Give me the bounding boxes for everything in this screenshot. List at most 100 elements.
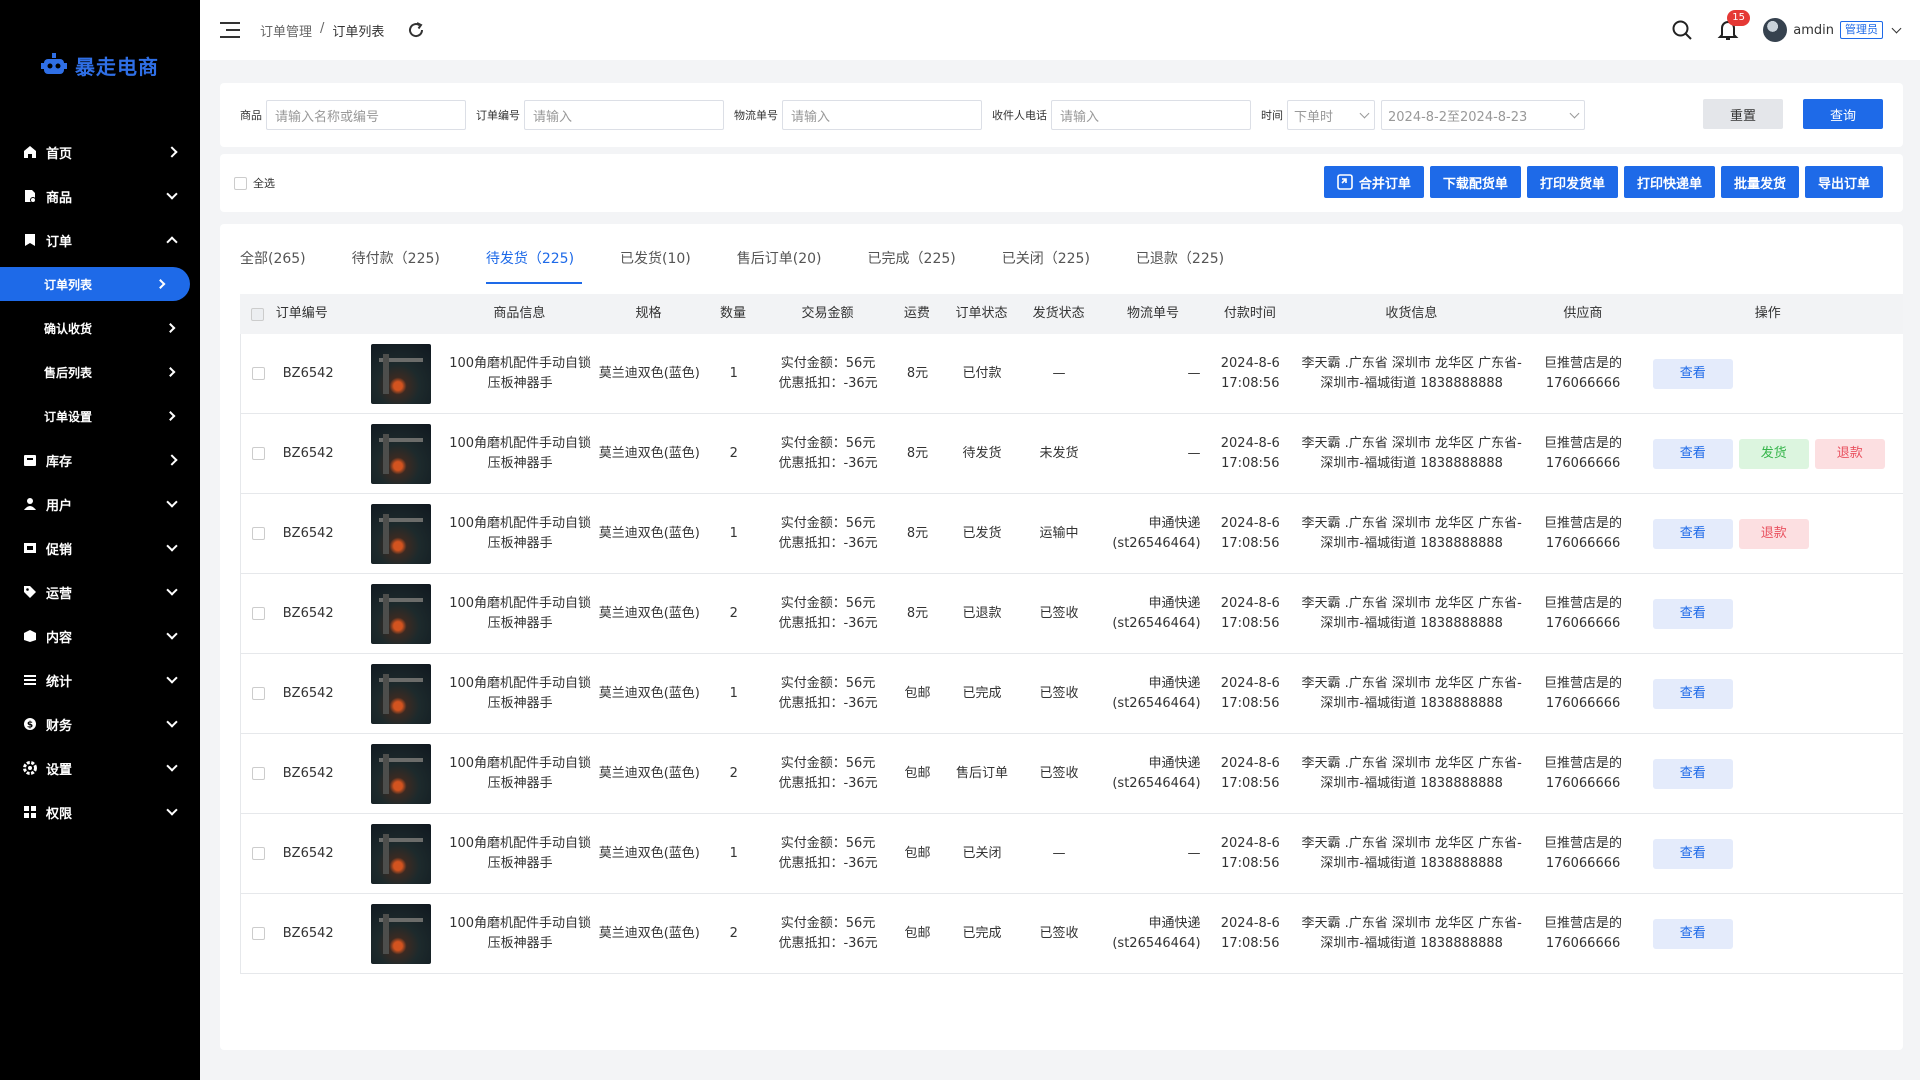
view-button[interactable]: 查看	[1652, 838, 1733, 869]
sidebar-item-inventory[interactable]: 库存	[0, 438, 200, 482]
view-button[interactable]: 查看	[1652, 678, 1733, 709]
view-button[interactable]: 查看	[1652, 518, 1733, 549]
breadcrumb-item-order-management[interactable]: 订单管理	[260, 21, 312, 40]
tab-refunded[interactable]: 已退款（225)	[1136, 244, 1232, 284]
view-button[interactable]: 查看	[1652, 438, 1733, 469]
payment-date: 2024-8-6	[1220, 435, 1280, 451]
order-number[interactable]: BZ6542	[277, 444, 357, 464]
tab-pending-payment[interactable]: 待付款（225)	[352, 244, 448, 284]
sidebar-item-content[interactable]: 内容	[0, 614, 200, 658]
tab-completed[interactable]: 已完成（225)	[868, 244, 964, 284]
row-actions: 查看	[1633, 918, 1903, 949]
sidebar-subitem-label: 订单设置	[44, 409, 93, 424]
row-checkbox[interactable]	[252, 367, 266, 380]
sidebar-item-product[interactable]: 商品	[0, 174, 200, 218]
merge-icon	[1337, 174, 1353, 190]
batch-ship-button[interactable]: 批量发货	[1720, 166, 1799, 198]
address-line: 李天霸 .广东省 深圳市 龙华区 广东省-	[1301, 915, 1522, 931]
row-checkbox[interactable]	[252, 527, 266, 540]
row-actions: 查看	[1633, 758, 1903, 789]
order-number[interactable]: BZ6542	[277, 524, 357, 544]
filter-panel: 商品 请输入名称或编号 订单编号 请输入 物流单号 请输入 收件人电话 请输入 …	[220, 83, 1903, 147]
print-express-button[interactable]: 打印快递单	[1623, 166, 1715, 198]
reset-button[interactable]: 重置	[1703, 99, 1783, 129]
tab-shipped[interactable]: 已发货(10)	[620, 244, 699, 284]
sidebar-subitem-after-sales[interactable]: 售后列表	[0, 350, 200, 394]
view-button[interactable]: 查看	[1652, 918, 1733, 949]
sidebar-item-order[interactable]: 订单	[0, 218, 200, 262]
sidebar-subitem-order-list[interactable]: 订单列表	[0, 267, 190, 301]
time-type-select[interactable]: 下单时	[1287, 100, 1375, 130]
select-all-checkbox[interactable]	[234, 176, 247, 190]
order-number[interactable]: BZ6542	[277, 364, 357, 384]
row-checkbox[interactable]	[252, 687, 266, 700]
sidebar-subitem-confirm-receipt[interactable]: 确认收货	[0, 306, 200, 350]
product-search-input[interactable]: 请输入名称或编号	[266, 100, 466, 130]
product-thumbnail[interactable]	[370, 663, 431, 724]
finance-icon: $	[22, 716, 38, 732]
search-icon[interactable]	[1671, 19, 1693, 41]
product-thumbnail[interactable]	[370, 743, 431, 804]
payment-time: 2024-8-6 17:08:56	[1211, 434, 1290, 474]
order-number[interactable]: BZ6542	[277, 604, 357, 624]
product-thumbnail[interactable]	[370, 583, 431, 644]
ship-button[interactable]: 发货	[1738, 438, 1809, 469]
sidebar-item-operation[interactable]: 运营	[0, 570, 200, 614]
tab-after-sales[interactable]: 售后订单(20)	[737, 244, 830, 284]
logistics-info: —	[1096, 444, 1210, 464]
notification-bell-icon[interactable]: 15	[1717, 10, 1750, 41]
refresh-icon[interactable]	[406, 20, 426, 40]
header-checkbox[interactable]	[251, 307, 265, 321]
sidebar-subitem-order-settings[interactable]: 订单设置	[0, 394, 200, 438]
row-checkbox[interactable]	[252, 767, 266, 780]
product-thumbnail[interactable]	[370, 823, 431, 884]
product-thumbnail[interactable]	[370, 503, 431, 564]
row-checkbox[interactable]	[252, 447, 266, 460]
row-actions: 查看	[1633, 678, 1903, 709]
refund-button[interactable]: 退款	[1738, 518, 1809, 549]
search-button[interactable]: 查询	[1803, 99, 1883, 129]
sidebar-item-home[interactable]: 首页	[0, 130, 200, 174]
print-invoice-button[interactable]: 打印发货单	[1526, 166, 1618, 198]
sidebar-item-finance[interactable]: $ 财务	[0, 702, 200, 746]
order-number[interactable]: BZ6542	[277, 844, 357, 864]
sidebar-item-promotion[interactable]: 促销	[0, 526, 200, 570]
row-checkbox[interactable]	[252, 927, 266, 940]
top-header: 订单管理 / 订单列表 15 amdin 管理员	[200, 0, 1920, 60]
download-picklist-button[interactable]: 下载配货单	[1429, 166, 1521, 198]
export-orders-button[interactable]: 导出订单	[1804, 166, 1883, 198]
order-number[interactable]: BZ6542	[277, 924, 357, 944]
product-icon	[22, 188, 38, 204]
view-button[interactable]: 查看	[1652, 598, 1733, 629]
order-no-input[interactable]: 请输入	[524, 100, 724, 130]
column-header: 商品信息	[493, 306, 546, 321]
sidebar-item-user[interactable]: 用户	[0, 482, 200, 526]
time-filter-label: 时间	[1261, 109, 1283, 122]
order-number[interactable]: BZ6542	[277, 764, 357, 784]
product-thumbnail[interactable]	[370, 343, 431, 404]
date-range-select[interactable]: 2024-8-2至2024-8-23	[1381, 100, 1585, 130]
tab-all[interactable]: 全部(265)	[240, 244, 314, 284]
tab-pending-shipment[interactable]: 待发货（225)	[485, 244, 583, 284]
row-actions: 查看 发货 退款	[1633, 438, 1903, 469]
view-button[interactable]: 查看	[1652, 758, 1733, 789]
payment-date: 2024-8-6	[1220, 595, 1280, 611]
product-thumbnail[interactable]	[370, 903, 431, 964]
sidebar-item-stats[interactable]: 统计	[0, 658, 200, 702]
row-checkbox[interactable]	[252, 607, 266, 620]
sidebar-item-permission[interactable]: 权限	[0, 790, 200, 834]
product-thumbnail[interactable]	[370, 423, 431, 484]
row-checkbox[interactable]	[252, 847, 266, 860]
menu-toggle-icon[interactable]	[220, 22, 240, 38]
paid-amount: 实付金额：56元	[780, 355, 876, 371]
user-menu[interactable]: amdin 管理员	[1763, 18, 1902, 42]
tab-closed[interactable]: 已关闭（225)	[1002, 244, 1098, 284]
merge-orders-button[interactable]: 合并订单	[1323, 166, 1424, 198]
sidebar-item-settings[interactable]: 设置	[0, 746, 200, 790]
view-button[interactable]: 查看	[1652, 358, 1733, 389]
receiver-phone-input[interactable]: 请输入	[1051, 100, 1251, 130]
refund-button[interactable]: 退款	[1814, 438, 1885, 469]
order-number[interactable]: BZ6542	[277, 684, 357, 704]
logistics-no-input[interactable]: 请输入	[782, 100, 982, 130]
paid-amount: 实付金额：56元	[780, 435, 876, 451]
